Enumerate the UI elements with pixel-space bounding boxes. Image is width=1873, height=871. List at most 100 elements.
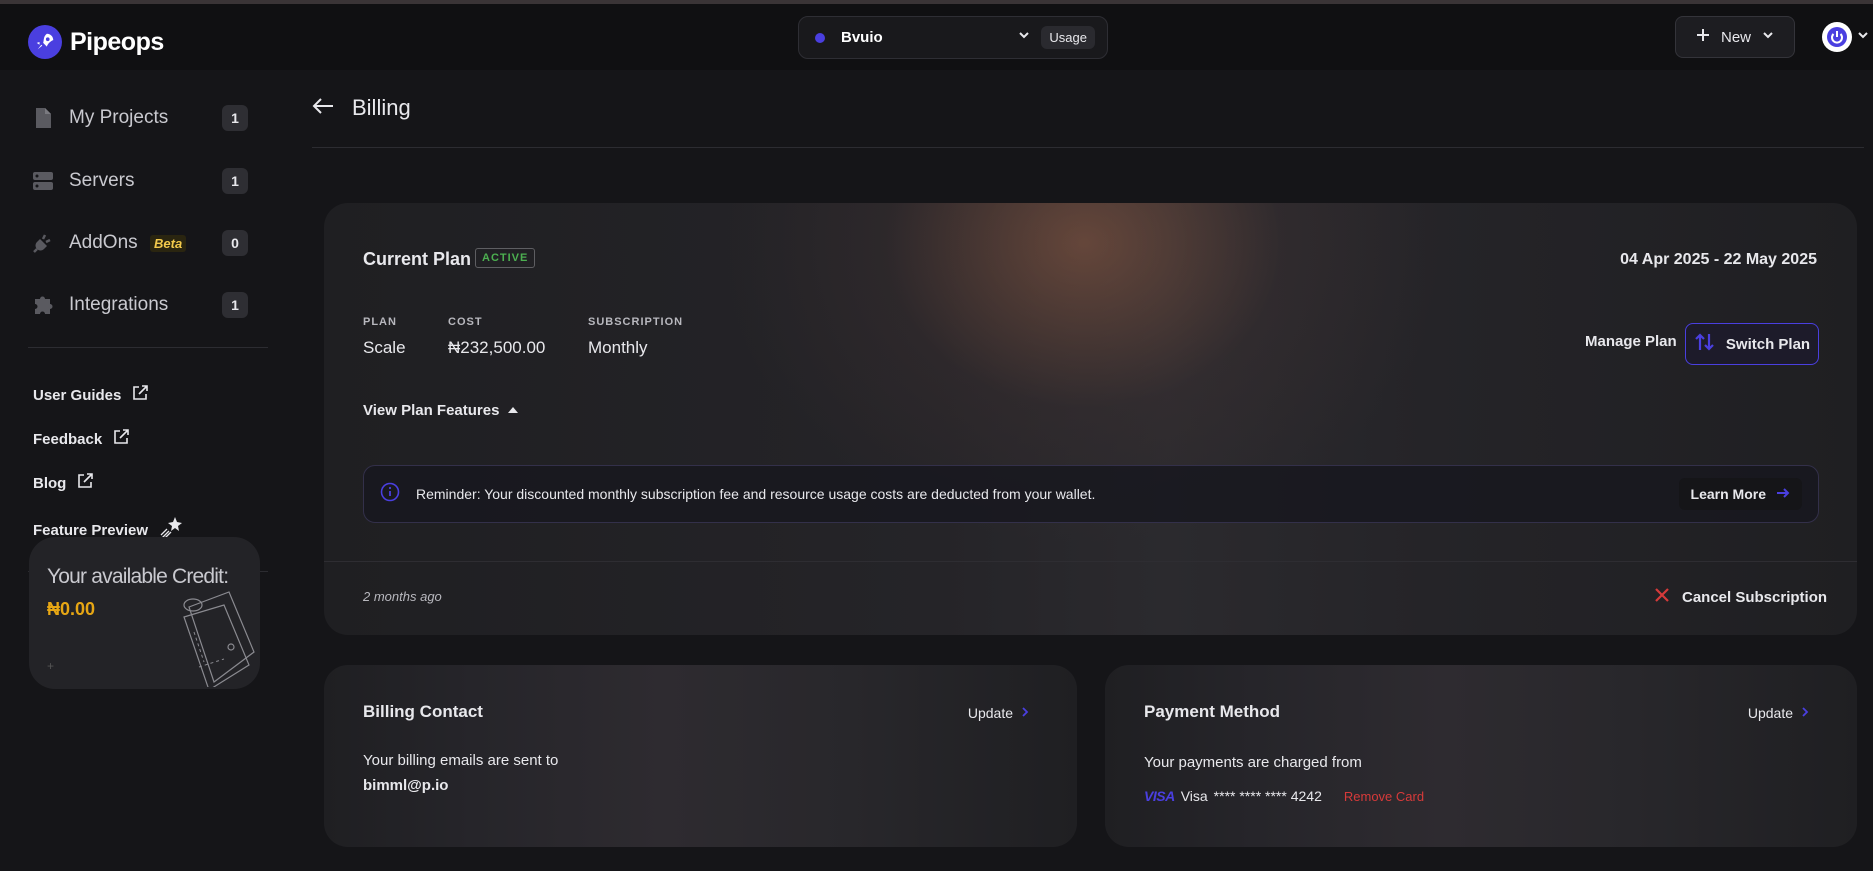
update-label: Update <box>967 705 1013 721</box>
new-button[interactable]: New <box>1675 16 1795 58</box>
switch-arrows-icon <box>1694 332 1716 356</box>
project-selector[interactable]: Bvuio Usage <box>798 16 1108 59</box>
switch-plan-label: Switch Plan <box>1725 335 1811 353</box>
beta-badge: Beta <box>150 234 187 252</box>
plus-icon <box>1695 27 1711 47</box>
sidebar: My Projects 1 Servers 1 AddOns Beta 0 In… <box>0 70 270 871</box>
payment-method-text: Your payments are charged from <box>1144 754 1362 771</box>
plan-field-cost: COST ₦232,500.00 <box>448 316 545 358</box>
payment-method-update-button[interactable]: Update <box>1748 705 1809 721</box>
card-brand: Visa <box>1180 788 1208 804</box>
chevron-down-icon <box>1856 28 1870 47</box>
field-key: PLAN <box>363 316 397 328</box>
billing-email: bimml@p.io <box>363 777 449 794</box>
external-link-icon <box>131 384 149 406</box>
field-value: Monthly <box>588 338 648 357</box>
project-status-dot <box>815 32 825 43</box>
user-menu[interactable] <box>1822 22 1870 52</box>
view-plan-features-toggle[interactable]: View Plan Features <box>363 402 519 419</box>
brand-logo[interactable]: Pipeops <box>28 25 164 59</box>
project-name: Bvuio <box>841 29 883 46</box>
switch-plan-button[interactable]: Switch Plan <box>1685 323 1819 365</box>
billing-contact-card: Billing Contact Update Your billing emai… <box>324 665 1077 847</box>
field-value: Scale <box>363 338 406 357</box>
close-icon <box>1654 587 1670 607</box>
learn-more-label: Learn More <box>1690 486 1766 502</box>
plan-updated-time: 2 months ago <box>363 589 442 604</box>
page-title: Billing <box>352 95 411 120</box>
sidebar-item-label: My Projects <box>69 107 169 128</box>
back-arrow-icon[interactable] <box>312 97 334 120</box>
card-number: **** **** **** 4242 <box>1213 788 1322 804</box>
plan-field-plan: PLAN Scale <box>363 316 406 358</box>
sidebar-link-user-guides[interactable]: User Guides <box>33 384 149 406</box>
sidebar-link-label: Feedback <box>33 430 103 448</box>
count-badge: 1 <box>222 105 248 131</box>
sidebar-link-label: Blog <box>33 474 67 492</box>
current-plan-card: Current Plan ACTIVE 04 Apr 2025 - 22 May… <box>324 203 1857 635</box>
chevron-down-icon[interactable] <box>1017 28 1031 47</box>
credit-amount: ₦0.00 <box>47 599 96 619</box>
usage-button[interactable]: Usage <box>1041 26 1095 49</box>
wallet-reminder-banner: Reminder: Your discounted monthly subscr… <box>363 465 1819 523</box>
brand-name: Pipeops <box>70 27 164 56</box>
sidebar-link-label: User Guides <box>33 386 122 404</box>
credit-plus: + <box>47 659 55 673</box>
cancel-subscription-label: Cancel Subscription <box>1682 588 1828 606</box>
top-bar: Pipeops Bvuio Usage New <box>0 4 1873 70</box>
external-link-icon <box>112 428 130 450</box>
plug-icon <box>32 232 54 254</box>
plan-card-title: Current Plan <box>363 249 472 269</box>
wallet-icon <box>179 587 259 689</box>
new-button-label: New <box>1720 28 1751 46</box>
avatar <box>1822 22 1852 52</box>
sidebar-item-label: Integrations <box>69 294 169 315</box>
remove-card-button[interactable]: Remove Card <box>1344 789 1424 804</box>
chevron-down-icon <box>1761 28 1775 46</box>
billing-contact-title: Billing Contact <box>363 702 483 721</box>
sidebar-item-label: AddOns <box>69 232 138 253</box>
visa-logo-icon: VISA <box>1144 788 1175 804</box>
payment-method-card: Payment Method Update Your payments are … <box>1105 665 1857 847</box>
caret-up-icon <box>507 402 519 419</box>
sidebar-item-my-projects[interactable]: My Projects 1 <box>32 103 248 133</box>
cancel-subscription-button[interactable]: Cancel Subscription <box>1654 587 1827 607</box>
view-features-label: View Plan Features <box>363 402 500 419</box>
plan-period: 04 Apr 2025 - 22 May 2025 <box>1620 251 1817 268</box>
field-key: SUBSCRIPTION <box>588 316 684 328</box>
server-icon <box>32 170 54 192</box>
field-value: ₦232,500.00 <box>448 338 546 357</box>
sidebar-divider <box>28 347 268 348</box>
count-badge: 0 <box>222 230 248 256</box>
learn-more-button[interactable]: Learn More <box>1678 478 1802 510</box>
sidebar-link-label: Feature Preview <box>33 521 149 539</box>
page-header: Billing <box>312 95 411 121</box>
credit-card-widget: Your available Credit: ₦0.00 + <box>29 537 260 689</box>
chevron-right-icon <box>1801 705 1809 721</box>
info-icon <box>380 482 400 507</box>
payment-method-title: Payment Method <box>1144 702 1281 721</box>
count-badge: 1 <box>222 168 248 194</box>
sidebar-item-integrations[interactable]: Integrations 1 <box>32 290 248 320</box>
reminder-text: Reminder: Your discounted monthly subscr… <box>416 486 1096 502</box>
update-label: Update <box>1747 705 1793 721</box>
chevron-right-icon <box>1021 705 1029 721</box>
sidebar-item-label: Servers <box>69 170 135 191</box>
sidebar-link-feedback[interactable]: Feedback <box>33 428 130 450</box>
header-divider <box>312 147 1864 148</box>
saved-card-row: VISA Visa **** **** **** 4242 Remove Car… <box>1144 788 1424 804</box>
billing-contact-text: Your billing emails are sent to <box>363 752 559 769</box>
external-link-icon <box>76 472 94 494</box>
status-badge: ACTIVE <box>475 248 536 268</box>
sidebar-item-servers[interactable]: Servers 1 <box>32 166 248 196</box>
rocket-icon <box>28 25 62 59</box>
sidebar-item-addons[interactable]: AddOns Beta 0 <box>32 228 248 258</box>
arrow-right-icon <box>1776 486 1790 502</box>
plan-field-subscription: SUBSCRIPTION Monthly <box>588 316 683 358</box>
count-badge: 1 <box>222 292 248 318</box>
billing-contact-update-button[interactable]: Update <box>968 705 1029 721</box>
sidebar-link-blog[interactable]: Blog <box>33 472 94 494</box>
credit-title: Your available Credit: <box>47 565 229 588</box>
manage-plan-button[interactable]: Manage Plan <box>1585 333 1677 350</box>
plan-card-divider <box>324 561 1857 562</box>
